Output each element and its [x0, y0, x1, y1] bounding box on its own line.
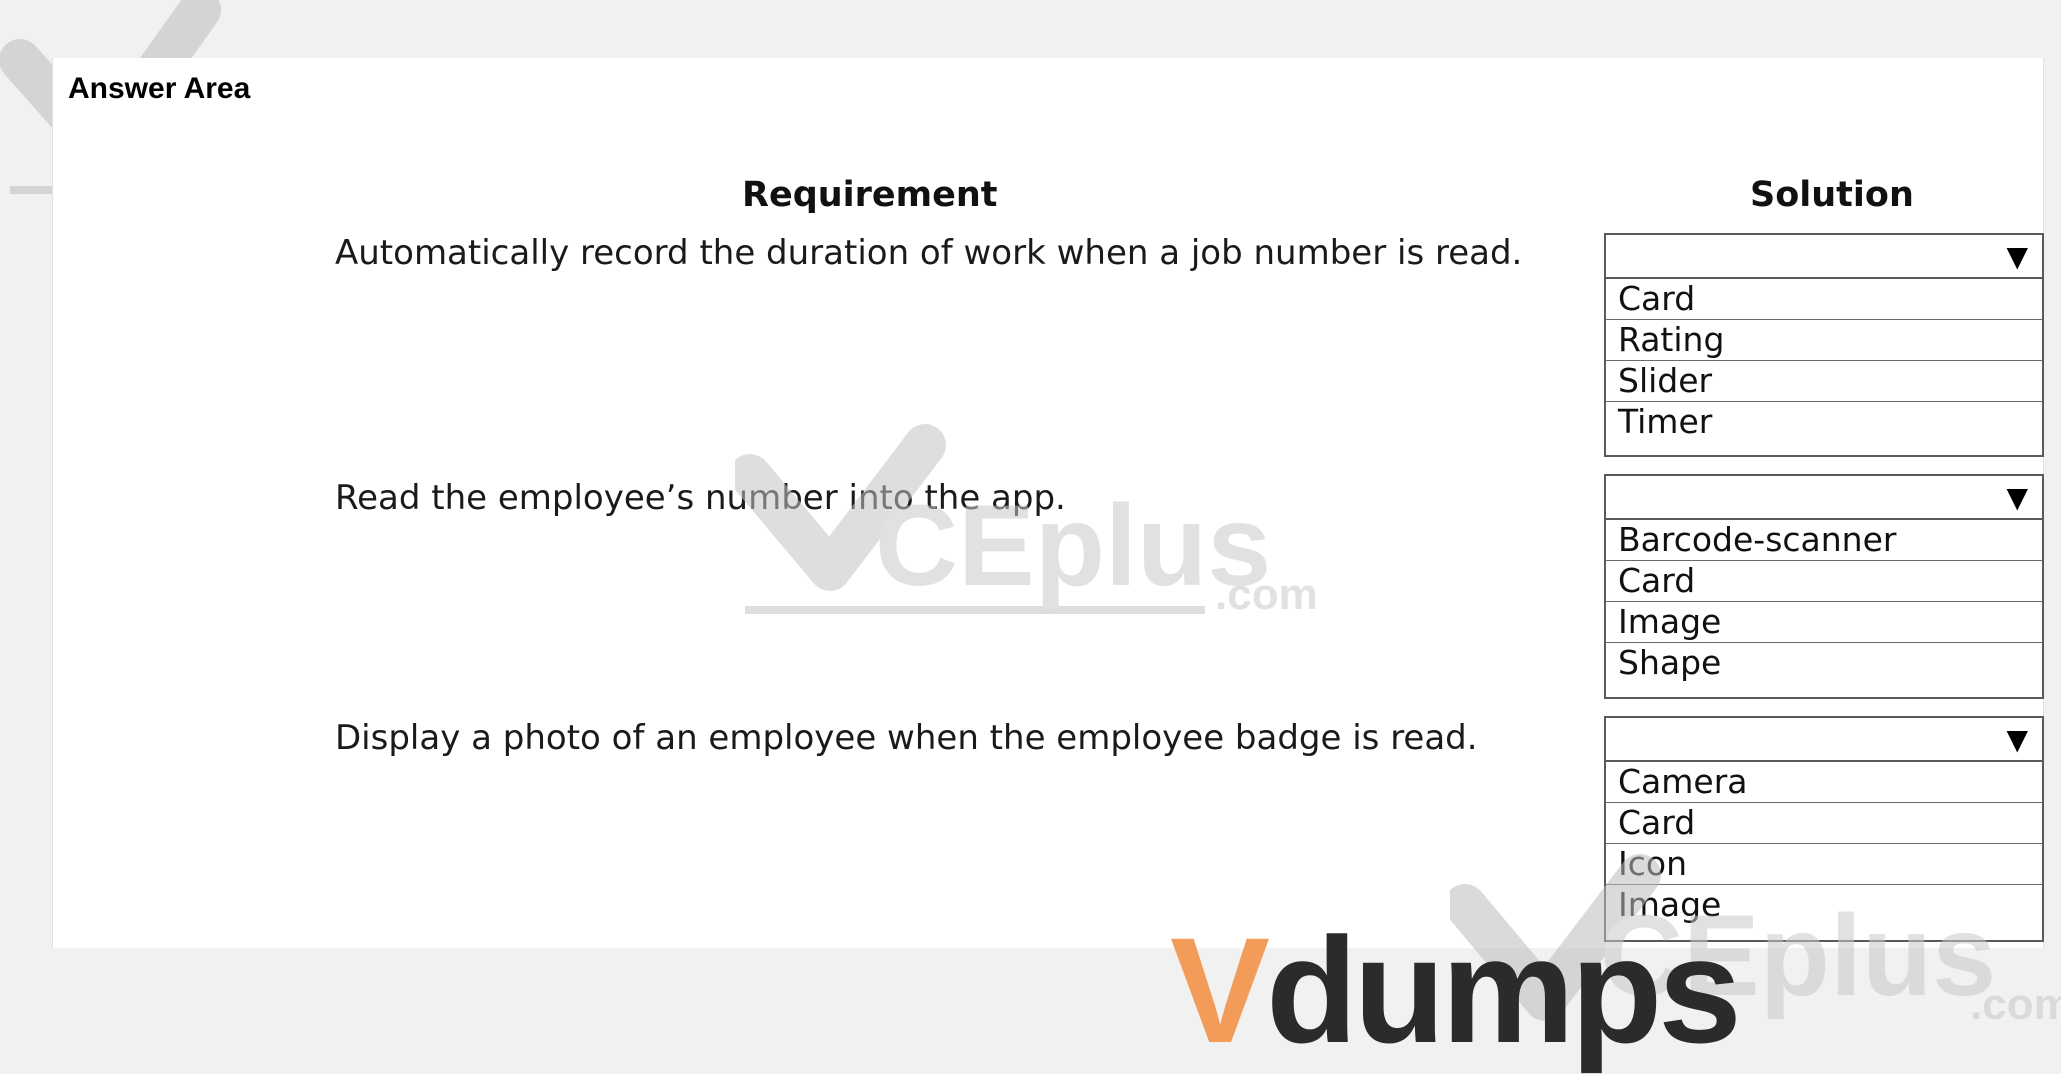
dropdown-option[interactable]: Camera: [1606, 762, 2042, 803]
requirement-text: Read the employee’s number into the app.: [335, 478, 1066, 518]
solution-header: Solution: [1750, 175, 1914, 215]
dropdown-selected-value[interactable]: ▼: [1606, 235, 2042, 279]
dropdown-option[interactable]: Barcode-scanner: [1606, 520, 2042, 561]
dropdown-option[interactable]: Card: [1606, 803, 2042, 844]
dropdown-option[interactable]: Icon: [1606, 844, 2042, 885]
dropdown-option[interactable]: Card: [1606, 561, 2042, 602]
dropdown-option[interactable]: Image: [1606, 602, 2042, 643]
triangle-down-icon[interactable]: ▼: [2006, 239, 2028, 275]
vdumps-logo-mark: V: [1170, 906, 1270, 1074]
dropdown-option[interactable]: Slider: [1606, 361, 2042, 402]
vceplus-watermark-domain: .com: [1970, 980, 2061, 1029]
answer-area-title: Answer Area: [68, 72, 251, 105]
dropdown-selected-value[interactable]: ▼: [1606, 718, 2042, 762]
dropdown-option[interactable]: Card: [1606, 279, 2042, 320]
dropdown-option[interactable]: Timer: [1606, 402, 2042, 442]
triangle-down-icon[interactable]: ▼: [2006, 722, 2028, 758]
dropdown-option[interactable]: Rating: [1606, 320, 2042, 361]
requirement-header: Requirement: [742, 175, 998, 215]
vdumps-logo-text: dumps: [1266, 906, 1742, 1074]
outer-background: [0, 0, 2061, 58]
requirement-text: Automatically record the duration of wor…: [335, 233, 1523, 273]
solution-dropdown[interactable]: ▼ Barcode-scanner Card Image Shape: [1604, 474, 2044, 699]
vdumps-watermark: Vdumps: [1170, 915, 1742, 1065]
dropdown-selected-value[interactable]: ▼: [1606, 476, 2042, 520]
solution-dropdown[interactable]: ▼ Card Rating Slider Timer: [1604, 233, 2044, 457]
requirement-text: Display a photo of an employee when the …: [335, 718, 1478, 758]
triangle-down-icon[interactable]: ▼: [2006, 480, 2028, 516]
dropdown-option[interactable]: Shape: [1606, 643, 2042, 683]
